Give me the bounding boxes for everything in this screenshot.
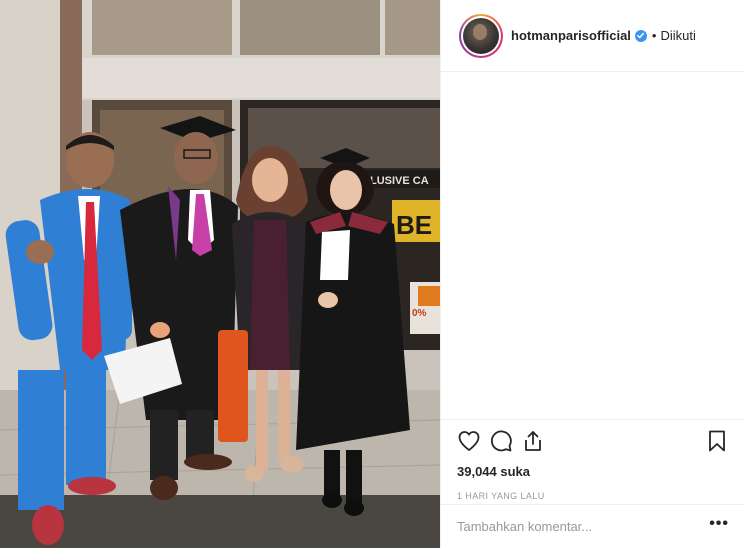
comment-icon: [490, 430, 512, 452]
post-actions: 39,044 suka 1 HARI YANG LALU: [441, 419, 744, 501]
heart-icon: [458, 431, 480, 451]
separator-dot: •: [651, 28, 657, 43]
bookmark-icon: [709, 430, 725, 452]
storefront-sign-text: LUSIVE CA: [370, 175, 429, 187]
avatar[interactable]: [459, 13, 503, 58]
photo-illustration: LUSIVE CA BE 0%: [0, 0, 440, 548]
storefront-banner-text: BE: [396, 210, 432, 240]
follow-status-button[interactable]: Diikuti: [660, 28, 695, 43]
save-button[interactable]: [701, 425, 729, 457]
post-header: hotmanparisofficial • Diikuti: [441, 0, 744, 72]
avatar-frame: [461, 15, 501, 56]
instagram-post: LUSIVE CA BE 0% hotmanparisofficial • Di…: [0, 0, 744, 548]
more-options-button[interactable]: •••: [709, 515, 729, 538]
comment-section: •••: [441, 504, 744, 548]
checkmark-icon: [637, 32, 645, 39]
username-link[interactable]: hotmanparisofficial: [511, 28, 631, 43]
post-side-panel: hotmanparisofficial • Diikuti 39,044 suk…: [440, 0, 744, 548]
share-button[interactable]: [521, 425, 553, 457]
share-icon: [525, 431, 541, 451]
post-photo[interactable]: LUSIVE CA BE 0%: [0, 0, 440, 548]
like-count[interactable]: 39,044 suka: [457, 464, 729, 479]
post-timestamp[interactable]: 1 HARI YANG LALU: [457, 491, 729, 501]
comment-input[interactable]: [457, 519, 710, 534]
like-button[interactable]: [457, 425, 489, 457]
action-icon-row: [457, 420, 729, 462]
comment-button[interactable]: [489, 425, 521, 457]
avatar-image: [463, 17, 499, 54]
storefront-percent-text: 0%: [412, 308, 427, 319]
verified-badge-icon: [634, 29, 647, 42]
